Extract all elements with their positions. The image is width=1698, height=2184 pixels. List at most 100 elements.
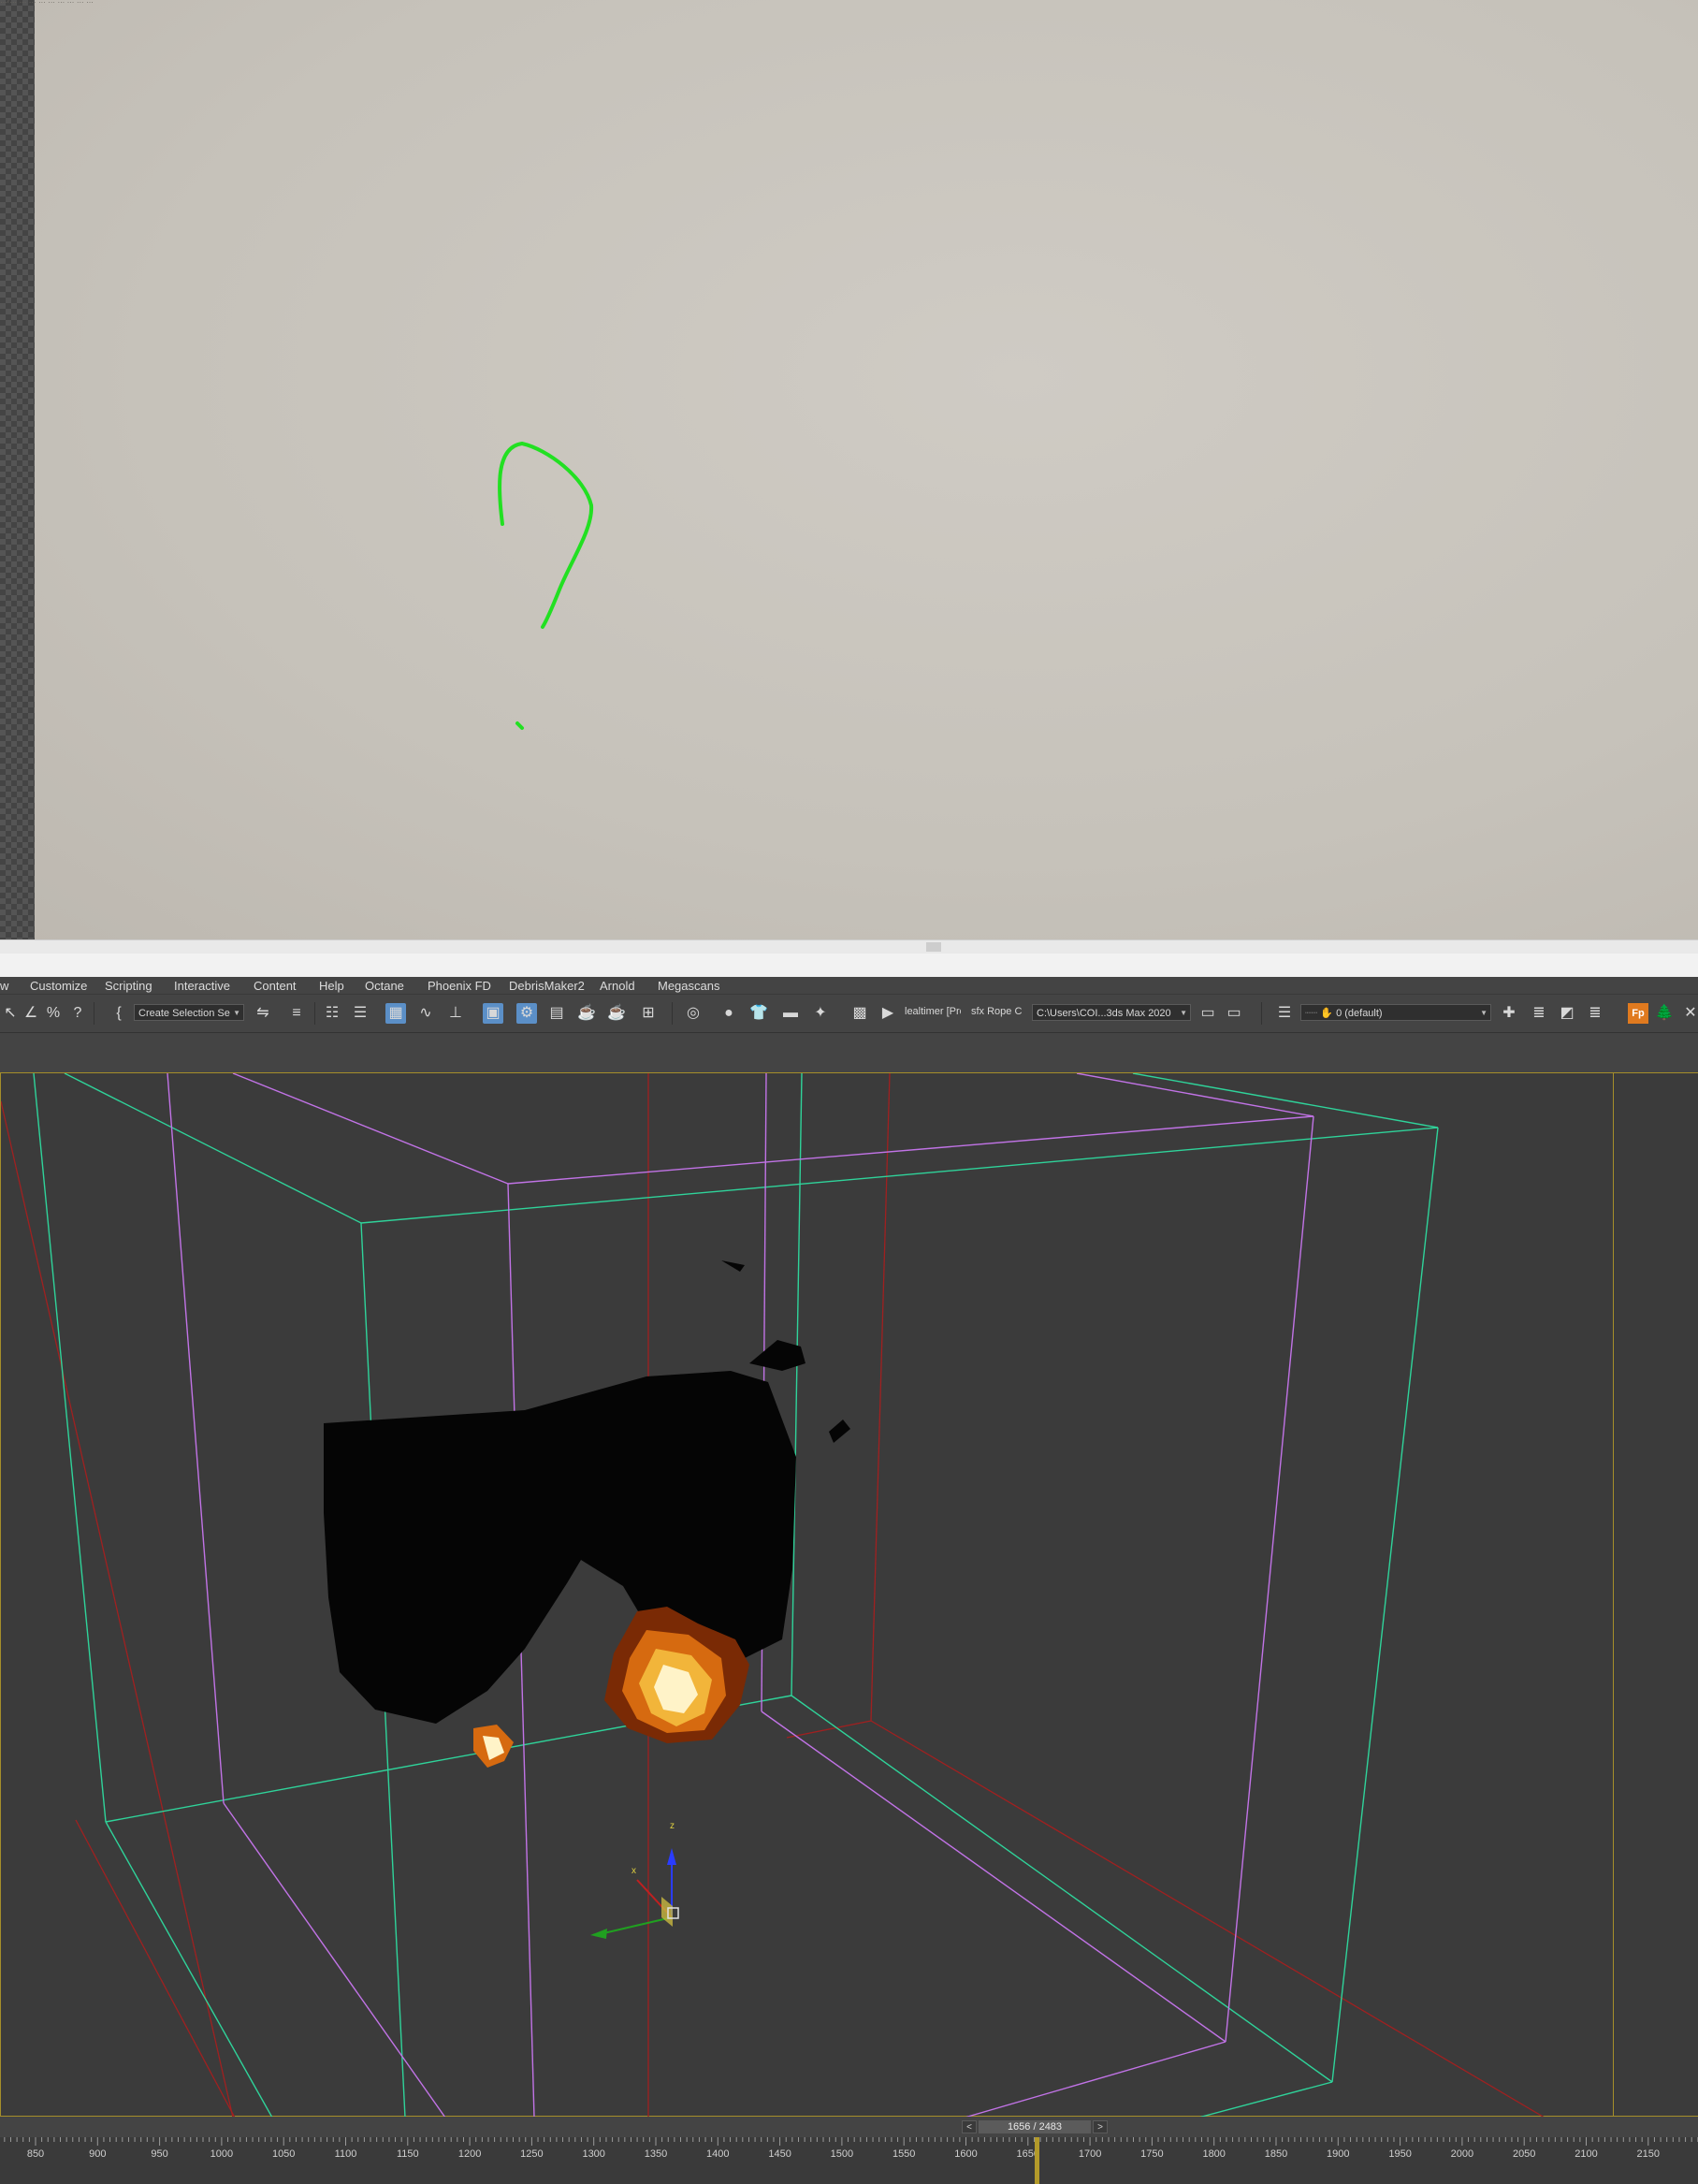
render-production-icon[interactable]: ☕ <box>576 1003 597 1024</box>
tree-icon[interactable]: 🌲 <box>1654 1003 1675 1024</box>
track-bar-label: 1550 <box>892 2148 916 2160</box>
curve-editor-icon[interactable]: ∿ <box>415 1003 436 1024</box>
layer-manager-icon[interactable]: ≣ <box>1585 1003 1605 1024</box>
select-object-icon[interactable]: ↖ <box>0 1003 21 1024</box>
question-mark-dot <box>515 721 524 730</box>
rope-label[interactable]: sfx Rope C <box>971 1006 1023 1017</box>
edit-named-selection-icon[interactable]: { <box>109 1003 129 1024</box>
project-folder-value: C:\Users\COI...3ds Max 2020 <box>1037 1008 1171 1019</box>
chevron-down-icon: ▼ <box>1180 1009 1187 1017</box>
set-project-icon[interactable]: ▭ <box>1224 1003 1244 1024</box>
percent-snap-icon[interactable]: % <box>43 1003 64 1024</box>
max-main-window: w Customize Scripting Interactive Conten… <box>0 977 1698 2184</box>
named-selection-set-value: Create Selection Se <box>138 1008 230 1019</box>
menu-debrismaker2[interactable]: DebrisMaker2 <box>509 979 585 993</box>
forest-pack-button[interactable]: Fp <box>1628 1003 1648 1024</box>
named-selection-set-combo[interactable]: Create Selection Se ▼ <box>134 1004 244 1021</box>
octane-render-icon[interactable]: ◎ <box>683 1003 704 1024</box>
track-bar-label: 1250 <box>520 2148 544 2160</box>
render-grid-icon[interactable]: ⊞ <box>638 1003 659 1024</box>
smoke-particles <box>324 1260 850 1724</box>
sphere-icon[interactable]: ● <box>718 1003 739 1024</box>
play-script-icon[interactable]: ▶ <box>878 1003 898 1024</box>
menu-scripting[interactable]: Scripting <box>105 979 152 993</box>
mirror-icon[interactable]: ⇋ <box>253 1003 273 1024</box>
window-separator <box>0 954 1698 977</box>
scene-explorer-icon[interactable]: ☷ <box>322 1003 342 1024</box>
toolbar-separator <box>1261 1002 1262 1025</box>
track-bar-label: 1350 <box>644 2148 668 2160</box>
layer-visibility-icon: ┈┈ ✋ <box>1305 1008 1337 1019</box>
track-bar-label: 900 <box>89 2148 107 2160</box>
menu-customize[interactable]: Customize <box>30 979 87 993</box>
track-bar-label: 1300 <box>582 2148 605 2160</box>
layer-stack-icon[interactable]: ≣ <box>1529 1003 1549 1024</box>
spinner-snap-icon[interactable]: ? <box>67 1003 88 1024</box>
schematic-view-icon[interactable]: ⊥ <box>445 1003 466 1024</box>
track-bar-label: 1050 <box>271 2148 296 2160</box>
track-bar-label: 2050 <box>1512 2148 1536 2160</box>
ribbon-area <box>0 1033 1698 1072</box>
layer-explorer-icon[interactable]: ☰ <box>350 1003 370 1024</box>
track-bar-label: 1200 <box>457 2148 482 2160</box>
track-bar-ticks <box>4 2137 1698 2146</box>
toggle-ribbon-icon[interactable]: ▦ <box>385 1003 406 1024</box>
material-editor-icon[interactable]: ▣ <box>483 1003 503 1024</box>
menu-megascans[interactable]: Megascans <box>658 979 719 993</box>
script-icon[interactable]: ▩ <box>849 1003 870 1024</box>
render-iterative-icon[interactable]: ☕ <box>606 1003 627 1024</box>
angle-snap-icon[interactable]: ∠ <box>21 1003 41 1024</box>
horizontal-scrollbar[interactable] <box>0 939 1698 954</box>
question-mark-annotation <box>498 441 594 730</box>
render-setup-icon[interactable]: ⚙ <box>516 1003 537 1024</box>
question-mark-stroke <box>498 441 594 629</box>
menu-view[interactable]: w <box>0 979 8 993</box>
tube-icon[interactable]: ▬ <box>780 1003 801 1024</box>
track-bar-label: 2000 <box>1450 2148 1474 2160</box>
scrollbar-thumb[interactable] <box>926 942 941 952</box>
chevron-down-icon: ▼ <box>233 1009 240 1017</box>
project-folder-combo[interactable]: C:\Users\COI...3ds Max 2020 ▼ <box>1032 1004 1191 1021</box>
time-slider[interactable]: < 1656 / 2483 > <box>962 2120 1108 2133</box>
chevron-down-icon: ▼ <box>1480 1009 1488 1017</box>
track-bar-label: 1150 <box>396 2148 419 2160</box>
track-bar-label: 850 <box>26 2148 45 2160</box>
track-bar-label: 1450 <box>768 2148 791 2160</box>
menu-help[interactable]: Help <box>319 979 344 993</box>
time-playhead[interactable] <box>1035 2137 1039 2184</box>
realtimer-label[interactable]: lealtimer [Pro <box>905 1006 961 1017</box>
layer-combo[interactable]: ┈┈ ✋ 0 (default) ▼ <box>1300 1004 1491 1021</box>
select-in-layer-icon[interactable]: ◩ <box>1557 1003 1577 1024</box>
frame-readout[interactable]: 1656 / 2483 <box>979 2120 1091 2133</box>
cloth-icon[interactable]: 👕 <box>748 1003 769 1024</box>
time-slider-prev-button[interactable]: < <box>962 2120 977 2133</box>
project-folder-icon[interactable]: ▭ <box>1197 1003 1218 1024</box>
menu-arnold[interactable]: Arnold <box>600 979 635 993</box>
transform-gizmo: z x <box>590 1821 679 1939</box>
menu-octane[interactable]: Octane <box>365 979 404 993</box>
svg-text:z: z <box>670 1821 675 1831</box>
menu-content[interactable]: Content <box>254 979 297 993</box>
menu-interactive[interactable]: Interactive <box>174 979 230 993</box>
menu-phoenix-fd[interactable]: Phoenix FD <box>428 979 491 993</box>
track-bar-label: 1750 <box>1140 2148 1164 2160</box>
track-bar-label: 1800 <box>1202 2148 1226 2160</box>
particle-flow-icon[interactable]: ✦ <box>810 1003 831 1024</box>
track-bar[interactable]: 850 900 950 1000 1050 1100 1150 1200 1250 1300 135… <box>0 2137 1698 2184</box>
track-bar-label: 1850 <box>1264 2148 1288 2160</box>
track-bar-label: 1000 <box>210 2148 234 2160</box>
add-to-layer-icon[interactable]: ✚ <box>1499 1003 1519 1024</box>
layer-combo-value: 0 (default) <box>1336 1008 1383 1019</box>
track-bar-label: 1600 <box>954 2148 978 2160</box>
tools-icon[interactable]: ✕ <box>1680 1003 1698 1024</box>
track-bar-label: 1400 <box>706 2148 730 2160</box>
align-icon[interactable]: ≡ <box>286 1003 307 1024</box>
main-toolbar: ↖ ∠ % ? { Create Selection Se ▼ ⇋ ≡ ☷ ☰ … <box>0 995 1698 1033</box>
rendered-frame-window-icon[interactable]: ▤ <box>546 1003 567 1024</box>
toolbar-separator <box>314 1002 315 1025</box>
perspective-viewport[interactable]: z x <box>0 1072 1614 2118</box>
time-slider-next-button[interactable]: > <box>1093 2120 1108 2133</box>
layers-icon[interactable]: ☰ <box>1274 1003 1295 1024</box>
frame-buffer-canvas[interactable]: …/… … … … … … … … … <box>0 0 1698 939</box>
track-bar-label: 950 <box>151 2148 168 2160</box>
